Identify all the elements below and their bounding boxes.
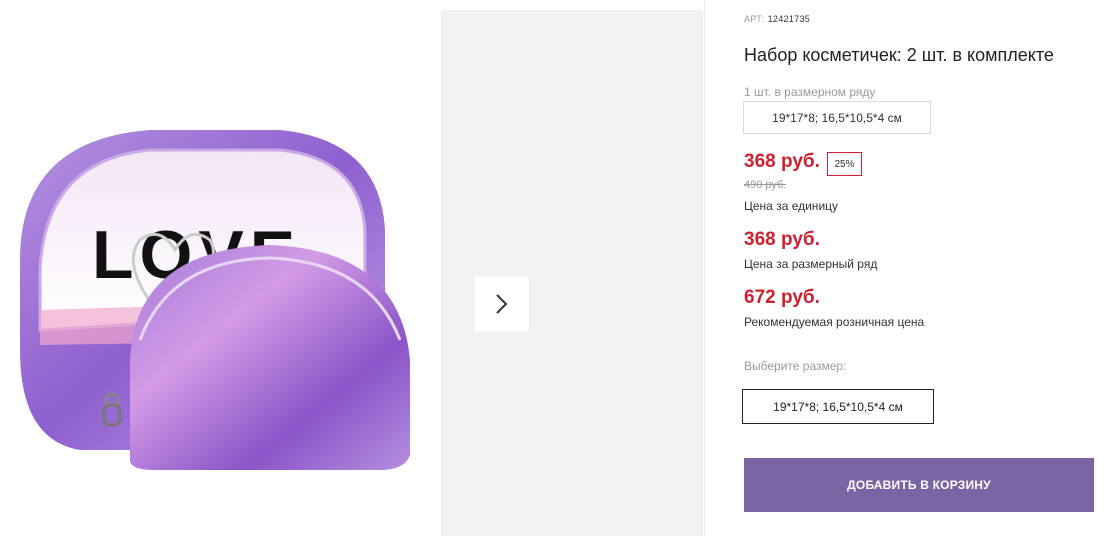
article-number: АРТ: 12421735 xyxy=(744,14,810,24)
product-image: LOVE xyxy=(20,130,410,470)
size-option-button[interactable]: 19*17*8; 16,5*10,5*4 см xyxy=(742,389,934,424)
retail-price-caption: Рекомендуемая розничная цена xyxy=(744,315,925,329)
divider xyxy=(704,0,705,536)
add-to-cart-button[interactable]: ДОБАВИТЬ В КОРЗИНУ xyxy=(744,458,1094,512)
unit-price: 368 руб. xyxy=(744,151,820,172)
row-price: 368 руб. xyxy=(744,229,820,250)
art-label: АРТ: xyxy=(744,14,765,24)
unit-price-caption: Цена за единицу xyxy=(744,199,839,213)
gallery-next-button[interactable] xyxy=(475,277,529,331)
discount-badge: 25% xyxy=(827,152,862,176)
row-price-caption: Цена за размерный ряд xyxy=(744,257,878,271)
chevron-right-icon xyxy=(496,294,508,314)
row-note: 1 шт. в размерном ряду xyxy=(744,85,876,99)
size-select-label: Выберите размер: xyxy=(744,359,847,373)
art-value: 12421735 xyxy=(767,14,811,24)
product-title: Набор косметичек: 2 шт. в комплекте xyxy=(744,45,1054,65)
retail-price: 672 руб. xyxy=(744,287,820,308)
image-panel xyxy=(441,10,703,536)
product-gallery: LOVE xyxy=(0,0,704,536)
old-price: 490 руб. xyxy=(744,179,787,191)
size-chip: 19*17*8; 16,5*10,5*4 см xyxy=(743,101,931,134)
